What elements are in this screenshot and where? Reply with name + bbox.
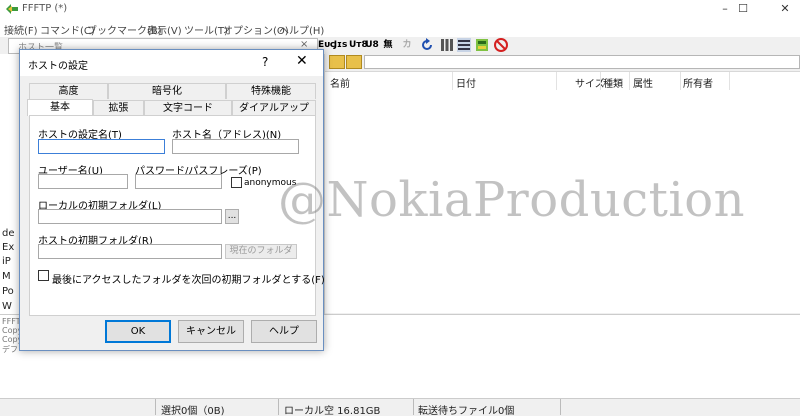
last-folder-checkbox[interactable] bbox=[38, 270, 49, 281]
local-folder-field[interactable] bbox=[38, 209, 222, 224]
column-divider[interactable] bbox=[556, 72, 557, 90]
column-header-attr[interactable]: 属性 bbox=[633, 75, 653, 90]
user-name-field[interactable] bbox=[38, 174, 128, 189]
status-bar bbox=[0, 398, 800, 416]
status-divider bbox=[413, 399, 414, 415]
menu-connect[interactable]: 接続(F) bbox=[4, 22, 38, 37]
tab-special[interactable]: 特殊機能 bbox=[226, 83, 316, 99]
column-divider[interactable] bbox=[680, 72, 681, 90]
refresh-icon[interactable] bbox=[420, 38, 434, 52]
password-field[interactable] bbox=[135, 174, 222, 189]
local-item[interactable]: iP bbox=[2, 256, 11, 267]
no-convert-button[interactable]: 無 bbox=[381, 38, 395, 52]
utf8n-button[interactable]: Uᴛ8 bbox=[349, 38, 368, 52]
app-titlebar bbox=[0, 0, 800, 18]
remote-up-folder-icon[interactable] bbox=[329, 55, 345, 69]
remote-open-folder-icon[interactable] bbox=[346, 55, 362, 69]
host-name-field[interactable] bbox=[172, 139, 299, 154]
column-header-type[interactable]: 種類 bbox=[603, 75, 623, 90]
sync-icon[interactable] bbox=[475, 38, 489, 52]
dialog-close-icon[interactable]: ✕ bbox=[296, 53, 308, 69]
tab-advanced[interactable]: 高度 bbox=[29, 83, 108, 99]
host-folder-field[interactable] bbox=[38, 244, 222, 259]
ok-button[interactable]: OK bbox=[105, 320, 171, 343]
status-divider bbox=[278, 399, 279, 415]
tab-dialup[interactable]: ダイアルアップ bbox=[232, 100, 316, 116]
cancel-button[interactable]: キャンセル bbox=[178, 320, 244, 343]
status-divider bbox=[560, 399, 561, 415]
current-folder-button[interactable]: 現在のフォルダ bbox=[225, 244, 297, 259]
status-selection: 選択0個（0B) bbox=[161, 406, 225, 416]
dialog-title: ホストの設定 bbox=[28, 61, 88, 72]
help-button[interactable]: ヘルプ bbox=[251, 320, 317, 343]
browse-local-folder-button[interactable]: ... bbox=[225, 209, 239, 224]
column-divider[interactable] bbox=[452, 72, 453, 90]
local-item[interactable]: Po bbox=[2, 286, 14, 297]
column-header-date[interactable]: 日付 bbox=[456, 75, 476, 90]
column-header-owner[interactable]: 所有者 bbox=[683, 75, 713, 90]
utf8-button[interactable]: U8 bbox=[365, 38, 379, 52]
local-item[interactable]: de bbox=[2, 228, 15, 239]
local-item[interactable]: M bbox=[2, 271, 11, 282]
status-local-free: ローカル空 16.81GB bbox=[284, 406, 381, 416]
setting-name-field[interactable] bbox=[38, 139, 165, 154]
kana-button[interactable]: カ bbox=[400, 38, 414, 52]
column-divider[interactable] bbox=[600, 72, 601, 90]
anonymous-checkbox[interactable] bbox=[231, 177, 242, 188]
app-title: FFFTP (*) bbox=[22, 3, 68, 14]
column-divider[interactable] bbox=[729, 72, 730, 90]
last-folder-label: 最後にアクセスしたフォルダを次回の初期フォルダとする(F) bbox=[52, 275, 325, 286]
status-queue: 転送待ちファイル0個 bbox=[418, 406, 515, 416]
close-button[interactable]: ✕ bbox=[770, 0, 800, 18]
local-item[interactable]: Ex bbox=[2, 242, 14, 253]
tab-charset[interactable]: 文字コード bbox=[144, 100, 232, 116]
tab-basic[interactable]: 基本 bbox=[27, 99, 93, 116]
tab-extended[interactable]: 拡張 bbox=[93, 100, 144, 116]
log-line: デフ bbox=[2, 345, 18, 354]
column-divider[interactable] bbox=[629, 72, 630, 90]
column-header-name[interactable]: 名前 bbox=[330, 75, 350, 90]
stop-icon[interactable] bbox=[494, 38, 508, 52]
list-view-icon[interactable] bbox=[440, 38, 454, 52]
dialog-help-icon[interactable]: ? bbox=[262, 55, 268, 69]
watermark-text: @NokiaProduction bbox=[278, 172, 746, 228]
log-line: FFFT bbox=[2, 317, 21, 326]
menu-tools[interactable]: ツール(T) bbox=[184, 22, 228, 37]
app-logo-icon bbox=[6, 4, 18, 14]
menu-view[interactable]: 表示(V) bbox=[147, 22, 182, 37]
jis-button[interactable]: Jɪs bbox=[333, 38, 348, 52]
maximize-button[interactable]: ☐ bbox=[728, 0, 758, 18]
remote-path-input[interactable] bbox=[364, 55, 800, 69]
status-divider bbox=[155, 399, 156, 415]
detail-view-icon[interactable] bbox=[457, 38, 471, 52]
local-item[interactable]: W bbox=[2, 301, 12, 312]
menu-help[interactable]: ヘルプ(H) bbox=[279, 22, 324, 37]
tab-encryption[interactable]: 暗号化 bbox=[108, 83, 226, 99]
